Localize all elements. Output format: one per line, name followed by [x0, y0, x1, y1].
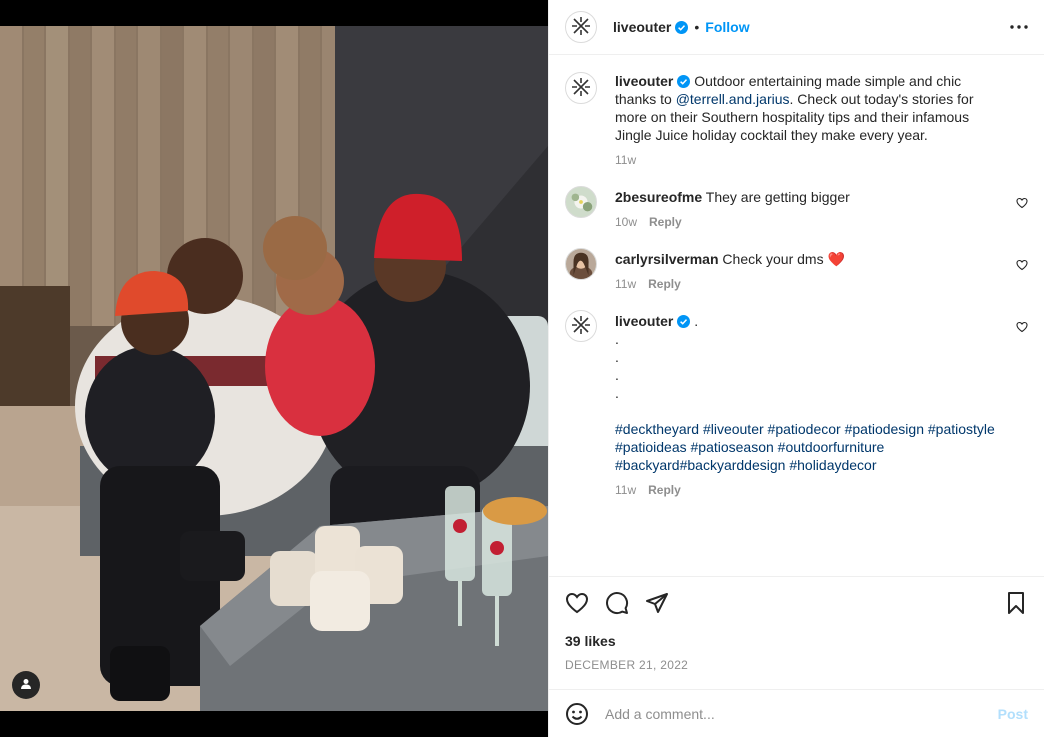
comment-body: carlyrsilverman Check your dms ❤️ 11w Rep…: [615, 248, 995, 292]
reply-button[interactable]: Reply: [648, 277, 681, 291]
comment-item: liveouter . . . . . #decktheyard #liveou…: [565, 310, 1028, 498]
dot-line: .: [615, 349, 619, 365]
share-paper-plane-icon[interactable]: [645, 591, 669, 615]
comment-item: 2besureofme They are getting bigger 10w R…: [565, 186, 1028, 230]
reply-button[interactable]: Reply: [649, 215, 682, 229]
like-comment-heart-icon[interactable]: [1016, 196, 1028, 212]
comment-body: 2besureofme They are getting bigger 10w R…: [615, 186, 995, 230]
comment-body: liveouter . . . . . #decktheyard #liveou…: [615, 310, 995, 498]
header-username[interactable]: liveouter: [613, 19, 671, 35]
comments-list[interactable]: liveouter Outdoor entertaining made simp…: [549, 56, 1044, 576]
caption-meta: 11w: [615, 152, 995, 168]
post-date[interactable]: DECEMBER 21, 2022: [549, 655, 1044, 675]
comment-text: Check your dms: [722, 251, 828, 267]
comment-meta: 10w Reply: [615, 214, 995, 230]
liveouter-logo-icon: [570, 314, 592, 339]
user-icon: [20, 677, 32, 693]
caption-body: liveouter Outdoor entertaining made simp…: [615, 72, 995, 168]
likes-count[interactable]: 39 likes: [549, 631, 1044, 651]
post-side-panel: liveouter • Follow liveouter Outdoor ent…: [548, 0, 1044, 737]
comment-time[interactable]: 10w: [615, 215, 637, 229]
dot-line: .: [615, 367, 619, 383]
post-actions-section: 39 likes DECEMBER 21, 2022: [549, 576, 1044, 675]
comment-username[interactable]: liveouter: [615, 313, 673, 329]
post-header: liveouter • Follow: [549, 0, 1044, 55]
liveouter-logo-icon: [570, 76, 592, 101]
like-comment-heart-icon[interactable]: [1016, 320, 1028, 336]
caption: liveouter Outdoor entertaining made simp…: [565, 72, 1028, 168]
hashtags-links[interactable]: #decktheyard #liveouter #patiodecor #pat…: [615, 420, 995, 474]
verified-badge-icon: [675, 20, 689, 34]
like-comment-heart-icon[interactable]: [1016, 258, 1028, 274]
avatar[interactable]: [565, 310, 597, 342]
comment-meta: 11w Reply: [615, 482, 995, 498]
like-heart-icon[interactable]: [565, 591, 589, 615]
avatar[interactable]: [565, 186, 597, 218]
comment-time[interactable]: 11w: [615, 277, 636, 291]
post-photo[interactable]: [0, 26, 548, 711]
dot-line: .: [615, 385, 619, 401]
comment-text: They are getting bigger: [705, 189, 850, 205]
caption-username[interactable]: liveouter: [615, 73, 673, 89]
photo-pane: [0, 0, 548, 737]
liveouter-logo-icon: [570, 15, 592, 40]
verified-badge-icon: [677, 74, 691, 88]
caption-time[interactable]: 11w: [615, 153, 636, 167]
avatar[interactable]: [565, 11, 597, 43]
comment-username[interactable]: carlyrsilverman: [615, 251, 719, 267]
dot-line: .: [615, 331, 619, 347]
comment-time[interactable]: 11w: [615, 483, 636, 497]
avatar[interactable]: [565, 72, 597, 104]
comment-bubble-icon[interactable]: [605, 591, 629, 615]
emoji-smiley-icon[interactable]: [565, 702, 589, 726]
follow-button[interactable]: Follow: [705, 19, 749, 35]
post-comment-button[interactable]: Post: [998, 706, 1028, 722]
separator: •: [694, 19, 700, 35]
red-heart-emoji: ❤️: [827, 251, 845, 267]
comment-username[interactable]: 2besureofme: [615, 189, 702, 205]
instagram-post-viewer: liveouter • Follow liveouter Outdoor ent…: [0, 0, 1044, 737]
tagged-users-button[interactable]: [12, 671, 40, 699]
comment-composer: Post: [549, 689, 1044, 737]
avatar[interactable]: [565, 248, 597, 280]
more-horizontal-icon[interactable]: [1010, 25, 1028, 29]
action-bar: [549, 577, 1044, 629]
save-bookmark-icon[interactable]: [1004, 591, 1028, 615]
comment-text: .: [694, 313, 699, 329]
comment-meta: 11w Reply: [615, 276, 995, 292]
caption-mention-link[interactable]: @terrell.and.jarius: [676, 91, 790, 107]
add-comment-input[interactable]: [605, 705, 998, 722]
comment-item: carlyrsilverman Check your dms ❤️ 11w Rep…: [565, 248, 1028, 292]
verified-badge-icon: [677, 314, 691, 328]
reply-button[interactable]: Reply: [648, 483, 681, 497]
